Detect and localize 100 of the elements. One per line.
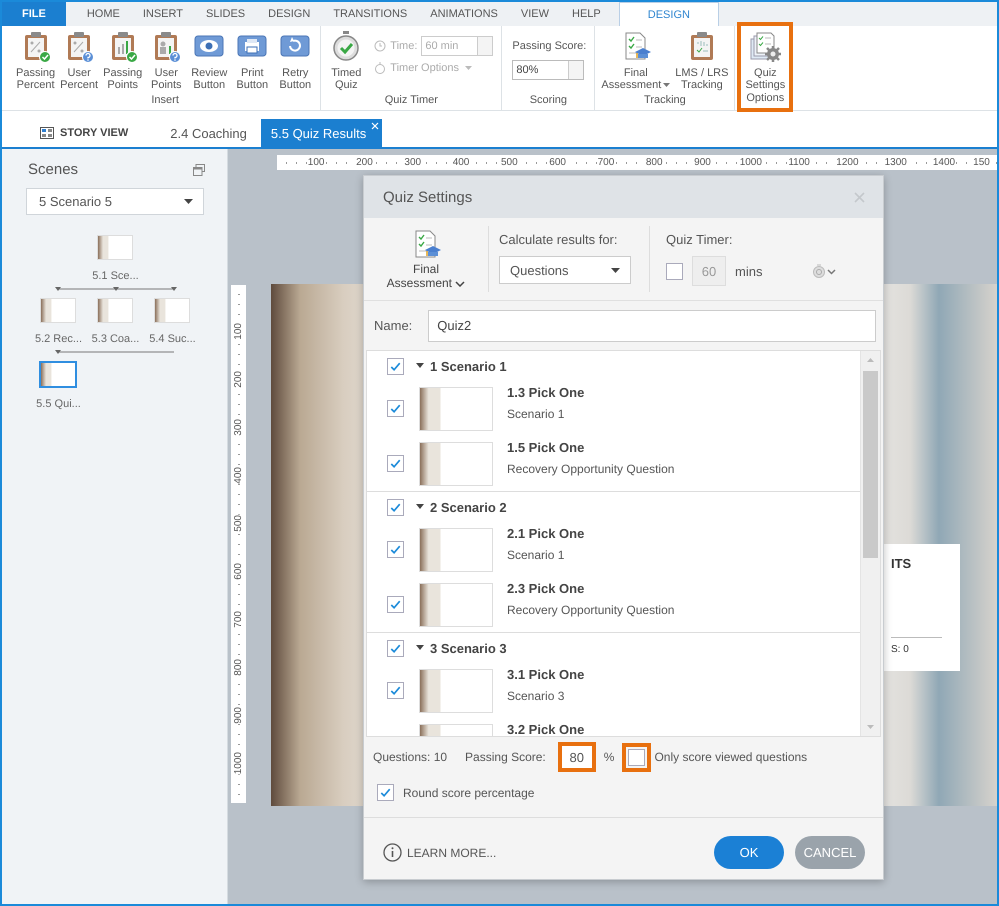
- checkbox[interactable]: [387, 455, 404, 472]
- scene-node[interactable]: 5.3 Coa...: [92, 298, 140, 345]
- passing-score-field[interactable]: 80: [558, 742, 596, 772]
- ruler-label: 700: [596, 157, 616, 168]
- checkbox[interactable]: [387, 498, 404, 516]
- document-tab[interactable]: 5.5 Quiz Results: [260, 119, 382, 147]
- ribbon-button[interactable]: Retry Button: [274, 30, 316, 91]
- ruler-label: 1200: [835, 157, 860, 168]
- caret-icon: [464, 66, 472, 70]
- checkbox[interactable]: [387, 400, 404, 417]
- ribbon-button[interactable]: Quiz Settings: [743, 30, 788, 91]
- question-title: 1.3 Pick One: [507, 385, 584, 401]
- final-assessment-button[interactable]: Final Assessment: [364, 218, 488, 300]
- ribbon-tab[interactable]: INSERT: [132, 2, 194, 26]
- question-subtitle: Scenario 3: [507, 688, 566, 704]
- stopwatch-icon[interactable]: [811, 264, 838, 278]
- ruler-label: 900: [693, 157, 712, 168]
- ribbon-button[interactable]: User Percent: [58, 30, 100, 91]
- scene-thumbnail: [97, 298, 134, 323]
- passing-score-label: Passing Score:: [512, 40, 586, 52]
- ribbon-tab[interactable]: VIEW: [510, 2, 560, 26]
- question-count: Questions: 10: [373, 750, 448, 764]
- card-score: S: 0: [891, 644, 910, 655]
- calculate-dropdown[interactable]: Questions: [499, 256, 631, 284]
- clock-icon: [374, 40, 386, 52]
- expand-caret-icon[interactable]: [416, 504, 424, 510]
- dropdown-arrow-icon: [611, 268, 620, 272]
- stopwatch-icon: [374, 62, 386, 74]
- checkbox[interactable]: [387, 596, 404, 613]
- ribbon-tab[interactable]: FILE: [2, 2, 66, 26]
- chevron-icon: [455, 281, 466, 287]
- ruler-label: 150: [972, 157, 991, 168]
- round-score-label: Round score percentage: [403, 786, 534, 800]
- ribbon-button[interactable]: Passing Points: [101, 30, 144, 91]
- quiz-timer-label: Quiz Timer:: [666, 232, 734, 247]
- minutes-unit: mins: [735, 264, 762, 278]
- scene-group-title: 1 Scenario 1: [430, 358, 507, 374]
- ribbon-icon: [749, 30, 782, 62]
- question-title: 2.3 Pick One: [507, 581, 586, 597]
- scene-group-title: 3 Scenario 3: [430, 640, 507, 656]
- ruler-label: 600: [548, 157, 567, 168]
- document-tab[interactable]: 2.4 Coaching: [156, 119, 261, 147]
- checkbox[interactable]: [387, 358, 404, 374]
- question-title: 1.5 Pick One: [507, 440, 586, 456]
- checkbox[interactable]: [628, 748, 646, 766]
- ribbon-button[interactable]: Print Button: [231, 30, 274, 91]
- ribbon-tab[interactable]: DESIGN: [257, 2, 322, 26]
- name-field[interactable]: Quiz2: [428, 310, 876, 342]
- scene-dropdown[interactable]: 5 Scenario 5: [26, 188, 204, 215]
- ribbon-button[interactable]: User Points: [145, 30, 188, 91]
- info-icon: [383, 843, 402, 862]
- checkbox[interactable]: [387, 682, 404, 699]
- ribbon-button[interactable]: Passing Percent: [14, 30, 58, 91]
- ribbon-tab[interactable]: SLIDES: [194, 2, 256, 26]
- group-label: Insert: [151, 94, 179, 108]
- question-subtitle: Scenario 1: [507, 406, 566, 422]
- ribbon-button[interactable]: Review Button: [188, 30, 230, 91]
- checkbox[interactable]: [377, 784, 394, 801]
- checkbox[interactable]: [387, 541, 404, 558]
- expand-caret-icon[interactable]: [416, 645, 424, 651]
- ribbon-button[interactable]: Final Assessment: [599, 30, 672, 91]
- percent-sign: %: [604, 750, 614, 764]
- card-heading: ITS: [891, 556, 912, 571]
- document-tab[interactable]: STORY VIEW: [26, 119, 142, 147]
- ruler-label: 100: [306, 157, 326, 168]
- passing-score-field[interactable]: 80%: [512, 60, 584, 80]
- checkbox[interactable]: [666, 262, 683, 280]
- ok-button[interactable]: OK: [714, 836, 784, 869]
- scene-node[interactable]: 5.2 Rec...: [34, 298, 82, 345]
- scenes-title: Scenes: [28, 161, 78, 178]
- scene-node[interactable]: 5.5 Qui...: [36, 361, 81, 410]
- dropdown-arrow-icon: [184, 199, 193, 204]
- name-label: Name:: [374, 318, 412, 333]
- ruler-label: 400: [452, 157, 470, 168]
- scene-thumbnail: [40, 298, 76, 323]
- ribbon-tab[interactable]: ANIMATIONS: [419, 2, 509, 26]
- checkbox[interactable]: [387, 640, 404, 656]
- ribbon-button[interactable]: Timed Quiz: [325, 30, 368, 91]
- ribbon-tab[interactable]: DESIGN: [618, 2, 719, 26]
- time-label: Time:: [390, 40, 418, 52]
- restore-icon[interactable]: [193, 164, 205, 176]
- question-title: 3.1 Pick One: [507, 667, 584, 683]
- ruler-label: 1400: [932, 157, 956, 168]
- passing-score-label: Passing Score:: [465, 750, 546, 764]
- scene-node[interactable]: 5.4 Suc...: [149, 298, 196, 345]
- ribbon-button[interactable]: LMS / LRS Tracking: [673, 30, 730, 91]
- ribbon-tab[interactable]: HELP: [561, 2, 612, 26]
- dialog-title: Quiz Settings: [383, 188, 472, 206]
- question-subtitle: Scenario 1: [507, 547, 566, 563]
- ribbon-tab[interactable]: TRANSITIONS: [322, 2, 418, 26]
- expand-caret-icon[interactable]: [416, 363, 424, 369]
- question-subtitle: Recovery Opportunity Question: [507, 602, 674, 618]
- calculate-label: Calculate results for:: [499, 232, 618, 247]
- learn-more-link[interactable]: LEARN MORE...: [383, 843, 496, 862]
- ruler-label: 800: [644, 157, 664, 168]
- scene-node[interactable]: 5.1 Sce...: [92, 235, 139, 282]
- scene-thumbnail: [154, 298, 190, 323]
- ruler-label: 1000: [738, 157, 763, 168]
- group-label: Quiz Timer: [384, 94, 438, 108]
- ribbon-tab[interactable]: HOME: [76, 2, 131, 26]
